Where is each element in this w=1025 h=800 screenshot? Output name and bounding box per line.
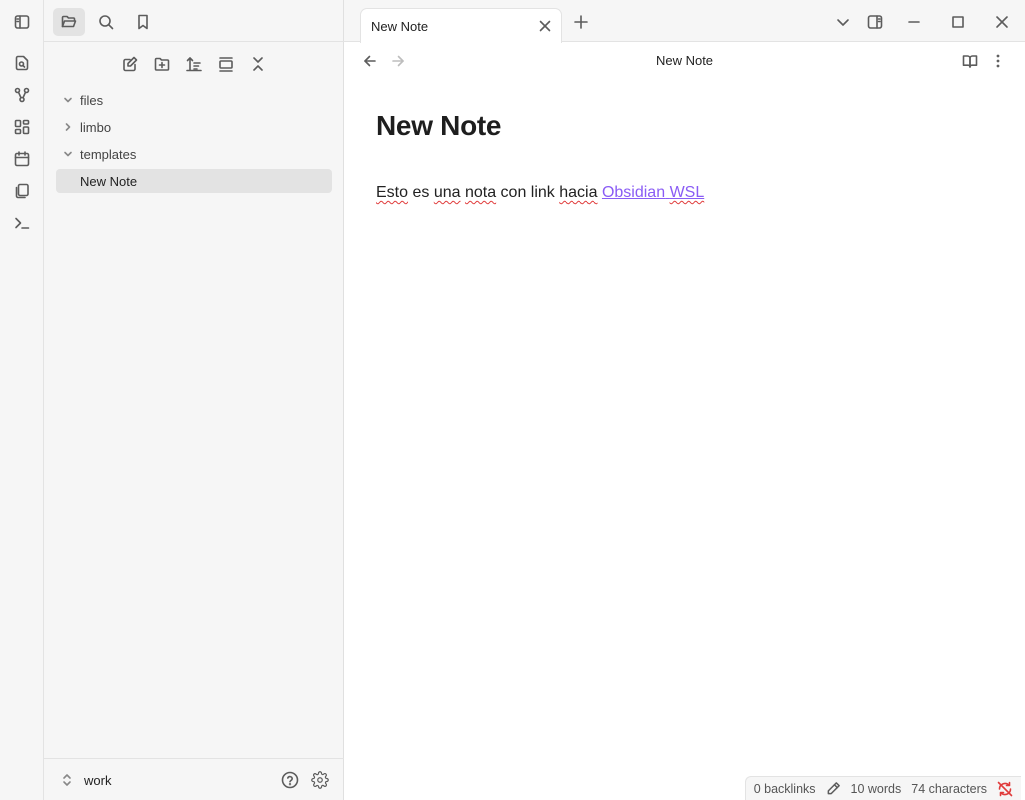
misspelled-word: Esto — [376, 184, 409, 201]
minimize-icon — [908, 21, 920, 23]
pencil-icon — [827, 782, 840, 795]
reveal-file-icon — [219, 57, 233, 72]
status-bar: 0 backlinks 10 words 74 characters — [744, 776, 1021, 800]
editing-mode-button[interactable] — [826, 781, 841, 796]
word-count: 10 words — [850, 781, 902, 796]
close-window-button[interactable] — [992, 12, 1012, 32]
settings-button[interactable] — [310, 770, 330, 790]
misspelled-word: una — [433, 184, 461, 201]
body-text: es — [408, 184, 434, 201]
daily-note-button[interactable] — [12, 149, 32, 169]
vault-switcher[interactable]: work — [60, 769, 111, 791]
canvas-button[interactable] — [12, 117, 32, 137]
new-tab-button[interactable] — [571, 12, 591, 32]
main-workspace: New Note New Note New Note Esto es una n… — [344, 0, 1025, 800]
command-palette-button[interactable] — [12, 213, 32, 233]
view-title[interactable]: New Note — [344, 53, 1025, 68]
left-ribbon — [0, 0, 44, 800]
sort-button[interactable] — [184, 54, 204, 74]
folder-files[interactable]: files — [56, 88, 332, 112]
daily-note-icon — [14, 151, 30, 167]
sidebar-toggle-icon — [14, 15, 30, 29]
sort-icon — [186, 57, 202, 72]
templates-icon — [15, 183, 29, 199]
folder-limbo[interactable]: limbo — [56, 115, 332, 139]
tab-list-button[interactable] — [833, 12, 853, 32]
misspelled-word: WSL — [669, 184, 705, 201]
close-icon — [996, 16, 1008, 28]
new-folder-button[interactable] — [152, 54, 172, 74]
collapse-icon — [253, 57, 263, 71]
toggle-right-sidebar-button[interactable] — [865, 12, 885, 32]
more-options-button[interactable] — [988, 51, 1008, 71]
chevron-right-icon — [56, 115, 80, 139]
bookmark-icon — [138, 14, 148, 30]
auto-reveal-button[interactable] — [216, 54, 236, 74]
minimize-button[interactable] — [904, 12, 924, 32]
note-editor[interactable]: New Note Esto es una nota con link hacia… — [376, 110, 996, 202]
templates-button[interactable] — [12, 181, 32, 201]
file-explorer-sidebar: files limbo templates New Note work — [44, 0, 344, 800]
file-label: New Note — [80, 173, 138, 189]
close-icon[interactable] — [537, 18, 553, 34]
note-paragraph: Esto es una nota con link hacia Obsidian… — [376, 184, 996, 202]
tab-bookmarks[interactable] — [127, 8, 159, 36]
chevron-down-icon — [837, 19, 849, 26]
help-button[interactable] — [280, 770, 300, 790]
reading-view-button[interactable] — [960, 51, 980, 71]
internal-link[interactable]: Obsidian WSL — [602, 184, 704, 201]
graph-view-button[interactable] — [12, 85, 32, 105]
new-note-icon — [123, 56, 138, 72]
view-header: New Note — [344, 42, 1025, 80]
maximize-button[interactable] — [948, 12, 968, 32]
vault-name: work — [84, 772, 112, 788]
chevrons-up-down-icon — [63, 774, 71, 786]
gear-icon — [311, 771, 329, 789]
vault-profile-bar: work — [44, 758, 344, 800]
tab-files[interactable] — [53, 8, 85, 36]
folder-open-icon — [61, 15, 77, 28]
file-new-note[interactable]: New Note — [56, 169, 332, 193]
folder-label: limbo — [80, 119, 112, 135]
canvas-icon — [14, 119, 30, 135]
tab-search[interactable] — [90, 8, 122, 36]
body-text: con link — [496, 184, 560, 201]
tab-bar: New Note — [344, 0, 1025, 43]
tab-title: New Note — [371, 18, 429, 34]
new-note-button[interactable] — [120, 54, 140, 74]
misspelled-word: hacia — [559, 184, 598, 201]
plus-icon — [574, 15, 588, 29]
right-sidebar-icon — [867, 15, 883, 29]
maximize-icon — [952, 16, 964, 28]
tab-new-note[interactable]: New Note — [360, 8, 562, 43]
link-text: Obsidian — [601, 184, 666, 201]
switcher-icon — [15, 55, 29, 71]
command-palette-icon — [15, 217, 30, 229]
sync-status-button[interactable] — [997, 781, 1013, 797]
graph-icon — [14, 87, 30, 103]
chevron-down-icon — [56, 88, 80, 112]
collapse-all-button[interactable] — [248, 54, 268, 74]
more-vertical-icon — [996, 54, 1000, 68]
misspelled-word: nota — [464, 184, 497, 201]
chevron-down-icon — [56, 142, 80, 166]
backlinks-count[interactable]: 0 backlinks — [754, 782, 816, 796]
new-folder-icon — [154, 57, 170, 71]
quick-switcher-button[interactable] — [12, 53, 32, 73]
search-icon — [99, 15, 114, 30]
character-count: 74 characters — [911, 781, 987, 796]
book-open-icon — [962, 55, 978, 68]
folder-label: templates — [80, 146, 137, 162]
toggle-sidebar-button[interactable] — [12, 12, 32, 32]
help-icon — [281, 771, 299, 789]
file-explorer-actions — [44, 42, 344, 86]
sidebar-tab-bar — [44, 0, 344, 42]
note-heading: New Note — [376, 110, 502, 141]
sync-off-icon — [997, 781, 1013, 796]
folder-templates[interactable]: templates — [56, 142, 332, 166]
folder-label: files — [80, 92, 104, 108]
